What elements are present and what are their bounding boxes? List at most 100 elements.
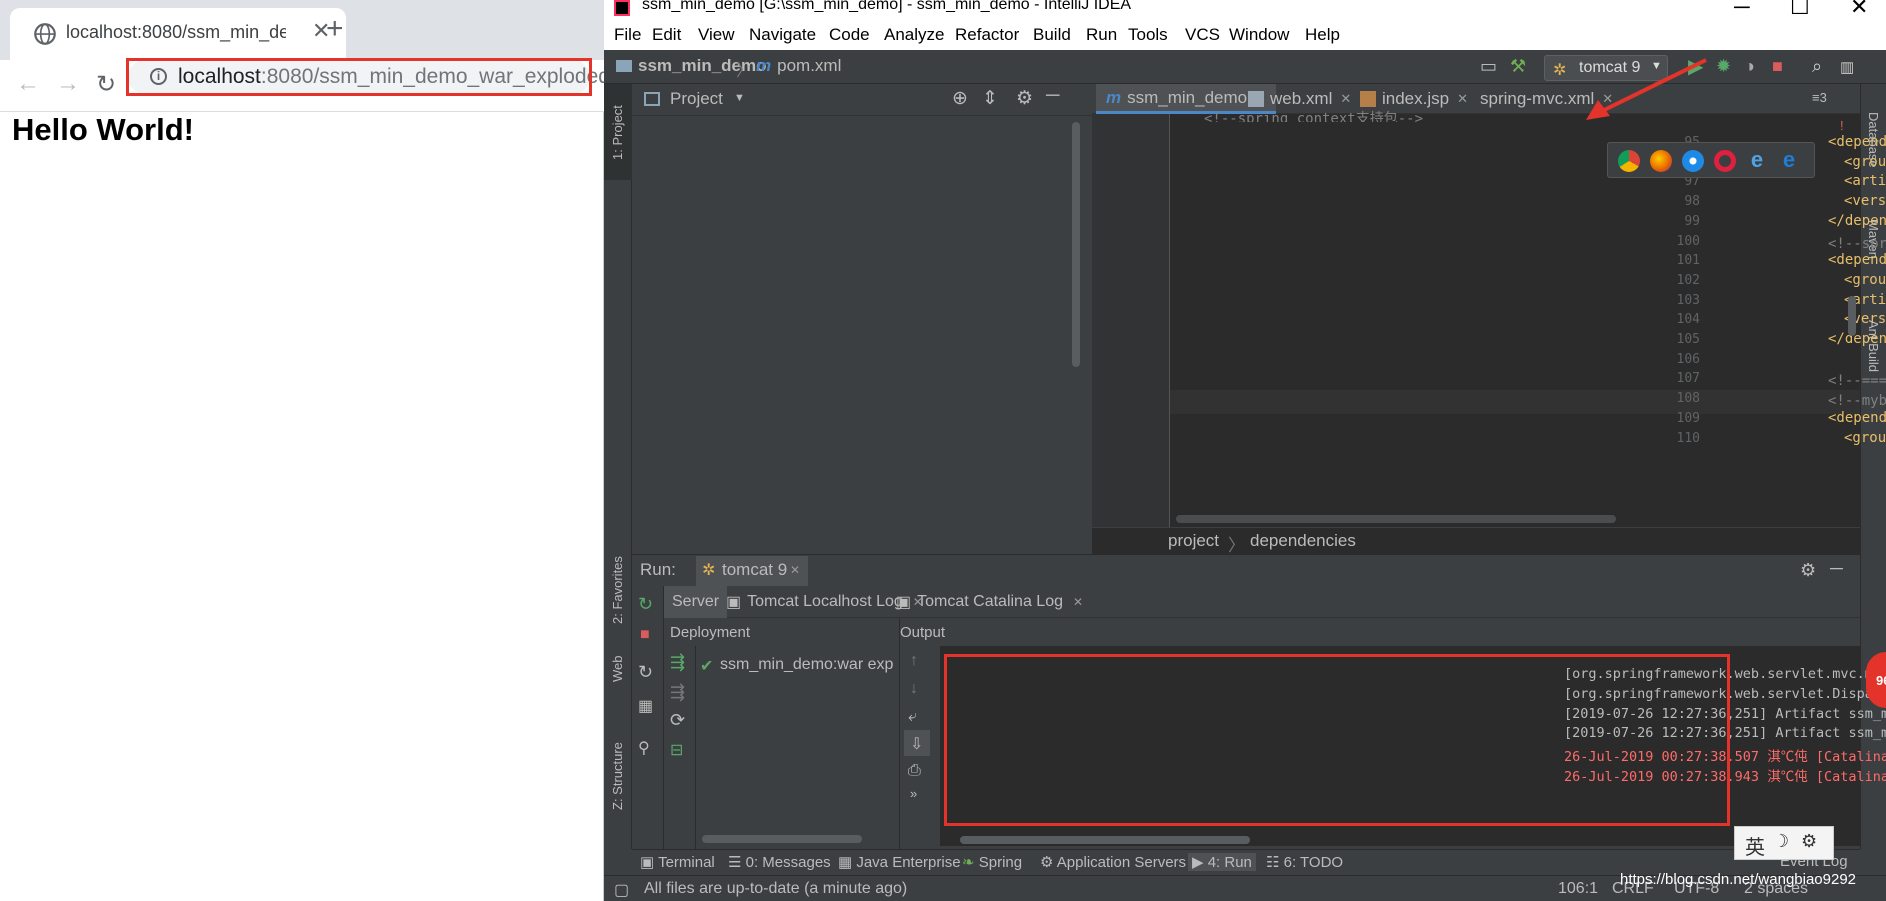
tool-label: 6: TODO — [1283, 854, 1344, 871]
chevron-down-icon[interactable]: ▼ — [734, 92, 745, 104]
undeploy-icon[interactable]: ⇶ — [670, 682, 685, 703]
stripe-favorites[interactable]: 2: Favorites — [610, 556, 625, 624]
code-line: <groupId>org.springframework</groupId> — [1844, 154, 1886, 170]
deploy-icon[interactable]: ⇶ — [670, 652, 685, 673]
gear-icon[interactable]: ⚙ — [1016, 87, 1033, 110]
status-toggle-icon[interactable]: ▢ — [614, 880, 629, 900]
firefox-icon[interactable] — [1650, 150, 1672, 172]
menu-edit[interactable]: Edit — [652, 25, 681, 45]
soft-wrap-icon[interactable]: ⤶ — [908, 708, 917, 726]
menu-analyze[interactable]: Analyze — [884, 25, 944, 45]
tool-todo[interactable]: ☷ 6: TODO — [1266, 853, 1343, 871]
line-number: 104 — [1676, 312, 1700, 328]
ie-icon[interactable]: e — [1746, 149, 1768, 172]
more-icon[interactable]: » — [910, 786, 917, 801]
new-tab-button[interactable]: + — [326, 12, 344, 46]
editor-vertical-scrollbar[interactable] — [1848, 296, 1856, 336]
error-indicator-icon[interactable]: ! — [1840, 118, 1844, 133]
safari-icon[interactable] — [1682, 150, 1704, 172]
tool-spring[interactable]: ❧ Spring — [962, 853, 1022, 871]
hide-panel-icon[interactable]: ─ — [1046, 85, 1059, 107]
search-icon[interactable]: ⌕ — [1812, 56, 1822, 77]
breadcrumb-file[interactable]: m pom.xml — [756, 56, 841, 76]
minimize-icon[interactable]: ─ — [1734, 0, 1750, 20]
down-arrow-icon[interactable]: ↓ — [910, 680, 918, 698]
run-toolbar: ↻ ■ ↻ ▦ ⚲ — [632, 586, 664, 849]
pin-icon[interactable]: ⚲ — [638, 738, 650, 758]
menu-window[interactable]: Window — [1229, 25, 1289, 45]
tab-tomcat-catalina-log[interactable]: ▣ Tomcat Catalina Log ✕ — [888, 586, 1091, 618]
opera-icon[interactable] — [1714, 150, 1736, 172]
project-panel-title[interactable]: Project — [670, 89, 723, 109]
hide-panel-icon[interactable]: ─ — [1830, 558, 1843, 579]
up-arrow-icon[interactable]: ↑ — [910, 652, 918, 670]
editor-crumb-project[interactable]: project — [1168, 531, 1219, 551]
debug-bug-icon[interactable]: ✹ — [1716, 56, 1731, 77]
menu-code[interactable]: Code — [829, 25, 870, 45]
title-bar: ssm_min_demo [G:\ssm_min_demo] - ssm_min… — [604, 0, 1886, 22]
editor-crumb-dependencies[interactable]: dependencies — [1250, 531, 1356, 551]
project-panel — [632, 84, 1092, 554]
stop-icon[interactable]: ■ — [1772, 56, 1783, 77]
console-icon: ▣ — [726, 594, 742, 611]
menu-tools[interactable]: Tools — [1128, 25, 1168, 45]
reload-icon[interactable]: ↻ — [96, 70, 116, 99]
deployment-header: Deployment — [670, 624, 751, 641]
chrome-icon[interactable] — [1618, 150, 1640, 172]
build-hammer-icon[interactable]: ⚒ — [1510, 56, 1526, 77]
stop-icon[interactable]: ■ — [640, 626, 650, 644]
gear-icon[interactable]: ⚙ — [1800, 560, 1816, 581]
tool-terminal[interactable]: ▣ Terminal — [640, 853, 715, 871]
menu-refactor[interactable]: Refactor — [955, 25, 1019, 45]
notification-badge[interactable]: 96 — [1866, 652, 1886, 708]
menu-run[interactable]: Run — [1086, 25, 1117, 45]
coverage-icon[interactable]: ◑ — [1744, 56, 1755, 77]
watermark: https://blog.csdn.net/wangbiao9292 — [1620, 871, 1857, 888]
forward-arrow-icon[interactable]: → — [56, 70, 80, 98]
refresh-icon[interactable]: ⟳ — [670, 710, 685, 731]
edge-icon[interactable]: e — [1778, 149, 1800, 172]
stripe-web[interactable]: Web — [610, 656, 625, 683]
maximize-icon[interactable]: ☐ — [1790, 0, 1810, 20]
project-scrollbar[interactable] — [1072, 122, 1080, 367]
layout-icon[interactable]: ▭ — [1480, 56, 1497, 77]
deploy-all-icon[interactable]: ⊟ — [670, 740, 683, 760]
locate-target-icon[interactable]: ⊕ — [952, 87, 968, 110]
refresh-icon[interactable]: ↻ — [638, 662, 653, 683]
tab-list-icon[interactable]: ≡3 — [1812, 90, 1827, 105]
rerun-icon[interactable]: ↻ — [638, 594, 653, 615]
line-number: 98 — [1684, 194, 1700, 210]
tool-messages[interactable]: ☰ 0: Messages — [728, 853, 831, 871]
tool-run[interactable]: ▶ 4: Run — [1188, 853, 1256, 871]
output-header-bar: Output — [900, 618, 1860, 646]
scroll-to-end-icon: ⇩ — [910, 736, 924, 753]
menu-build[interactable]: Build — [1033, 25, 1071, 45]
editor-horizontal-scrollbar[interactable] — [1176, 515, 1616, 523]
menu-file[interactable]: File — [614, 25, 641, 45]
menu-navigate[interactable]: Navigate — [749, 25, 816, 45]
menu-vcs[interactable]: VCS — [1185, 25, 1220, 45]
close-tab-icon[interactable]: ✕ — [790, 563, 800, 577]
browser-tab[interactable]: localhost:8080/ssm_min_demo ✕ — [10, 8, 346, 60]
stripe-project[interactable]: 1: Project — [610, 105, 625, 160]
close-window-icon[interactable]: ✕ — [1850, 0, 1868, 20]
output-scrollbar[interactable] — [960, 836, 1250, 844]
line-number: 108 — [1676, 391, 1700, 407]
caret-position[interactable]: 106:1 — [1558, 880, 1598, 898]
close-tab-icon[interactable]: ✕ — [1073, 595, 1083, 609]
page-heading: Hello World! — [12, 112, 194, 147]
deployment-scrollbar[interactable] — [702, 835, 862, 843]
print-icon[interactable]: ⎙ — [908, 762, 921, 780]
menu-view[interactable]: View — [698, 25, 735, 45]
menu-help[interactable]: Help — [1305, 25, 1340, 45]
layout-icon[interactable]: ▦ — [638, 696, 653, 716]
stripe-structure[interactable]: Z: Structure — [610, 742, 625, 810]
tool-java-enterprise[interactable]: ▦ Java Enterprise — [838, 853, 961, 871]
ime-indicator[interactable]: 英 ☽ ⚙ — [1734, 826, 1834, 860]
spacing-icon: ▥ — [1840, 59, 1855, 76]
deployment-item[interactable]: ssm_min_demo:war exp — [720, 656, 900, 674]
back-arrow-icon[interactable]: ← — [16, 70, 40, 98]
collapse-all-icon[interactable]: ⇕ — [982, 87, 998, 110]
line-number: 99 — [1684, 213, 1700, 229]
tool-application-servers[interactable]: ⚙ Application Servers — [1040, 853, 1186, 871]
